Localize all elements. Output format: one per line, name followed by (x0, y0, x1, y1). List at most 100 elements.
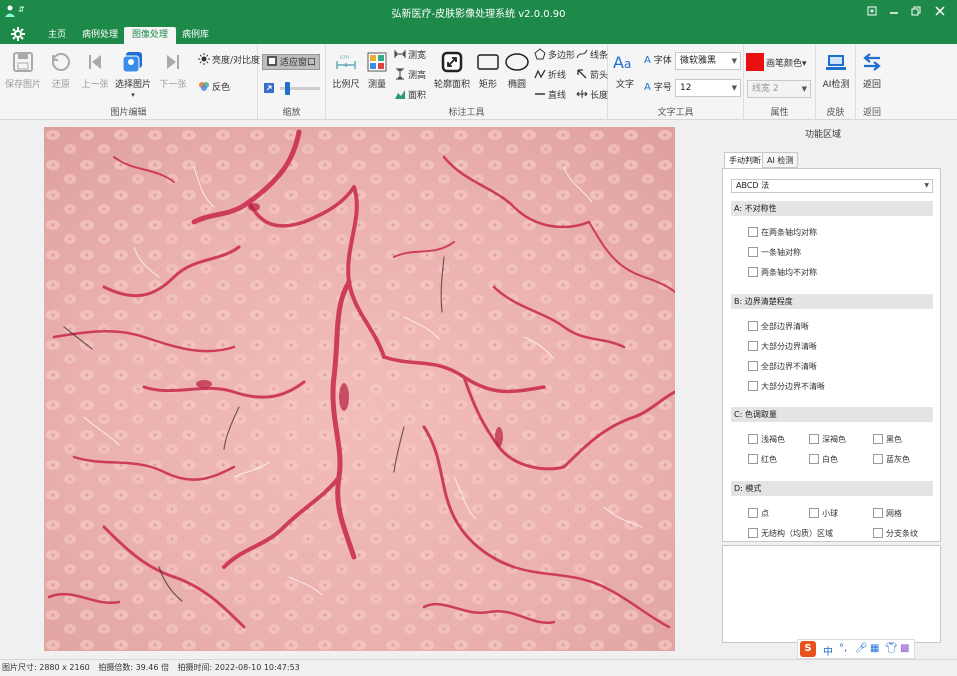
fit-window-button[interactable]: 适应窗口 (262, 54, 321, 70)
measure-button[interactable]: 测量 (358, 50, 396, 90)
brightness-contrast-button[interactable]: 亮度/对比度 (198, 53, 260, 69)
toolbox-icon[interactable]: ▩ (900, 643, 909, 654)
ai-detect-button[interactable]: AI检测 (817, 50, 855, 90)
palette-icon (199, 82, 209, 91)
checkbox[interactable] (748, 508, 758, 518)
tab-case-processing[interactable]: 病例处理 (74, 27, 126, 44)
group-text-tool: Aa 文字 A 字体 微软雅黑 ▼ A 字号 12 ▼ 文字工具 (608, 44, 744, 120)
option-c-blue-gray[interactable]: 蓝灰色 (873, 454, 910, 465)
option-d-dots[interactable]: 点 (748, 508, 769, 519)
tab-manual-judgment[interactable]: 手动判断 (724, 152, 766, 168)
font-select[interactable]: 微软雅黑 ▼ (675, 52, 741, 70)
checkbox[interactable] (748, 341, 758, 351)
keyboard-icon[interactable]: ▦ (870, 643, 879, 654)
invert-color-button[interactable]: 反色 (198, 80, 230, 96)
contour-icon (441, 51, 463, 73)
checkbox[interactable] (748, 227, 758, 237)
pen-color-swatch (746, 53, 764, 71)
restore-button[interactable]: 还原 (42, 50, 80, 90)
measure-grid-icon (367, 52, 387, 72)
contour-area-button[interactable]: 轮廓面积 (430, 50, 474, 90)
next-image-button[interactable]: 下一张 (154, 50, 192, 90)
checkbox[interactable] (748, 434, 758, 444)
arrow-button[interactable]: 箭头 (576, 68, 608, 84)
measure-width-button[interactable]: 测宽 (394, 48, 426, 64)
option-a-symmetric-both[interactable]: 在两条轴均对称 (748, 227, 817, 238)
minimize-button[interactable] (884, 3, 904, 19)
option-a-symmetric-one[interactable]: 一条轴对称 (748, 247, 801, 258)
method-select[interactable]: ABCD 法 ▼ (731, 179, 933, 193)
result-textbox[interactable] (722, 545, 941, 643)
zoom-slider[interactable] (280, 82, 320, 95)
option-d-globules[interactable]: 小球 (809, 508, 838, 519)
ime-logo-icon[interactable]: S (800, 641, 816, 657)
option-d-branched-streaks[interactable]: 分支条纹 (873, 528, 918, 539)
ime-chinese-mode[interactable]: 中 (823, 643, 833, 658)
checkbox[interactable] (748, 267, 758, 277)
option-a-asymmetric-both[interactable]: 两条轴均不对称 (748, 267, 817, 278)
checkbox[interactable] (873, 434, 883, 444)
checkbox[interactable] (748, 528, 758, 538)
ime-punctuation-icon[interactable]: °, (839, 643, 847, 654)
zoom-slider-thumb[interactable] (285, 82, 291, 95)
text-button[interactable]: Aa 文字 (610, 50, 640, 90)
checkbox[interactable] (748, 361, 758, 371)
close-button[interactable] (930, 3, 950, 19)
arrow-icon (577, 69, 587, 79)
option-b-mostly-clear[interactable]: 大部分边界清晰 (748, 341, 817, 352)
font-size-select[interactable]: 12 ▼ (675, 79, 741, 97)
ellipse-button[interactable]: 椭圆 (502, 50, 532, 90)
option-b-all-unclear[interactable]: 全部边界不清晰 (748, 361, 817, 372)
checkbox[interactable] (873, 508, 883, 518)
option-c-light-brown[interactable]: 浅褐色 (748, 434, 785, 445)
checkbox[interactable] (873, 528, 883, 538)
zoom-reset-icon[interactable] (263, 82, 275, 94)
rectangle-button[interactable]: 矩形 (474, 50, 502, 90)
polyline-icon (534, 69, 546, 79)
option-d-structureless[interactable]: 无结构（均质）区域 (748, 528, 833, 539)
tab-ai-detection[interactable]: AI 检测 (762, 152, 799, 168)
line-width-select[interactable]: 线宽 2 ▼ (747, 80, 811, 98)
option-b-all-clear[interactable]: 全部边界清晰 (748, 321, 809, 332)
prev-image-button[interactable]: 上一张 (76, 50, 114, 90)
dermoscopy-image[interactable] (44, 127, 675, 651)
skin-shirt-icon[interactable]: 👕︎ (885, 643, 898, 654)
option-c-white[interactable]: 白色 (809, 454, 838, 465)
tab-image-processing[interactable]: 图像处理 (124, 27, 177, 44)
checkbox[interactable] (809, 508, 819, 518)
tab-case-library[interactable]: 病例库 (174, 27, 217, 44)
pen-color-button[interactable]: 画笔颜色▾ (746, 53, 807, 71)
curve-button[interactable]: 线条 (576, 48, 608, 64)
area-button[interactable]: 面积 (394, 88, 426, 104)
option-d-network[interactable]: 网格 (873, 508, 902, 519)
group-label-back: 返回 (862, 108, 881, 118)
checkbox[interactable] (748, 247, 758, 257)
status-magnification: 拍摄倍数: 39.46 倍 (98, 663, 170, 672)
checkbox[interactable] (748, 454, 758, 464)
back-button[interactable]: 返回 (854, 50, 890, 90)
checkbox[interactable] (809, 454, 819, 464)
pin-icon[interactable] (862, 3, 882, 19)
microphone-icon[interactable]: 🎤︎ (855, 643, 868, 654)
option-b-mostly-unclear[interactable]: 大部分边界不清晰 (748, 381, 825, 392)
restore-icon (52, 53, 70, 71)
option-c-dark-brown[interactable]: 深褐色 (809, 434, 846, 445)
line-button[interactable]: 直线 (534, 88, 566, 104)
length-button[interactable]: 长度 (576, 88, 608, 104)
checkbox[interactable] (873, 454, 883, 464)
option-c-red[interactable]: 红色 (748, 454, 777, 465)
checkbox[interactable] (748, 321, 758, 331)
tab-home[interactable]: 主页 (40, 27, 74, 44)
maximize-button[interactable] (906, 3, 926, 19)
gear-icon[interactable] (10, 26, 26, 42)
select-image-button[interactable]: 选择图片 ▾ (114, 50, 152, 99)
save-image-button[interactable]: 保存图片 (4, 50, 42, 90)
polygon-button[interactable]: 多边形 (534, 48, 575, 64)
measure-height-button[interactable]: 测高 (394, 68, 426, 84)
polyline-button[interactable]: 折线 (534, 68, 566, 84)
svg-text:a: a (624, 57, 631, 71)
checkbox[interactable] (809, 434, 819, 444)
option-c-black[interactable]: 黑色 (873, 434, 902, 445)
checkbox[interactable] (748, 381, 758, 391)
font-icon: A (644, 55, 651, 66)
